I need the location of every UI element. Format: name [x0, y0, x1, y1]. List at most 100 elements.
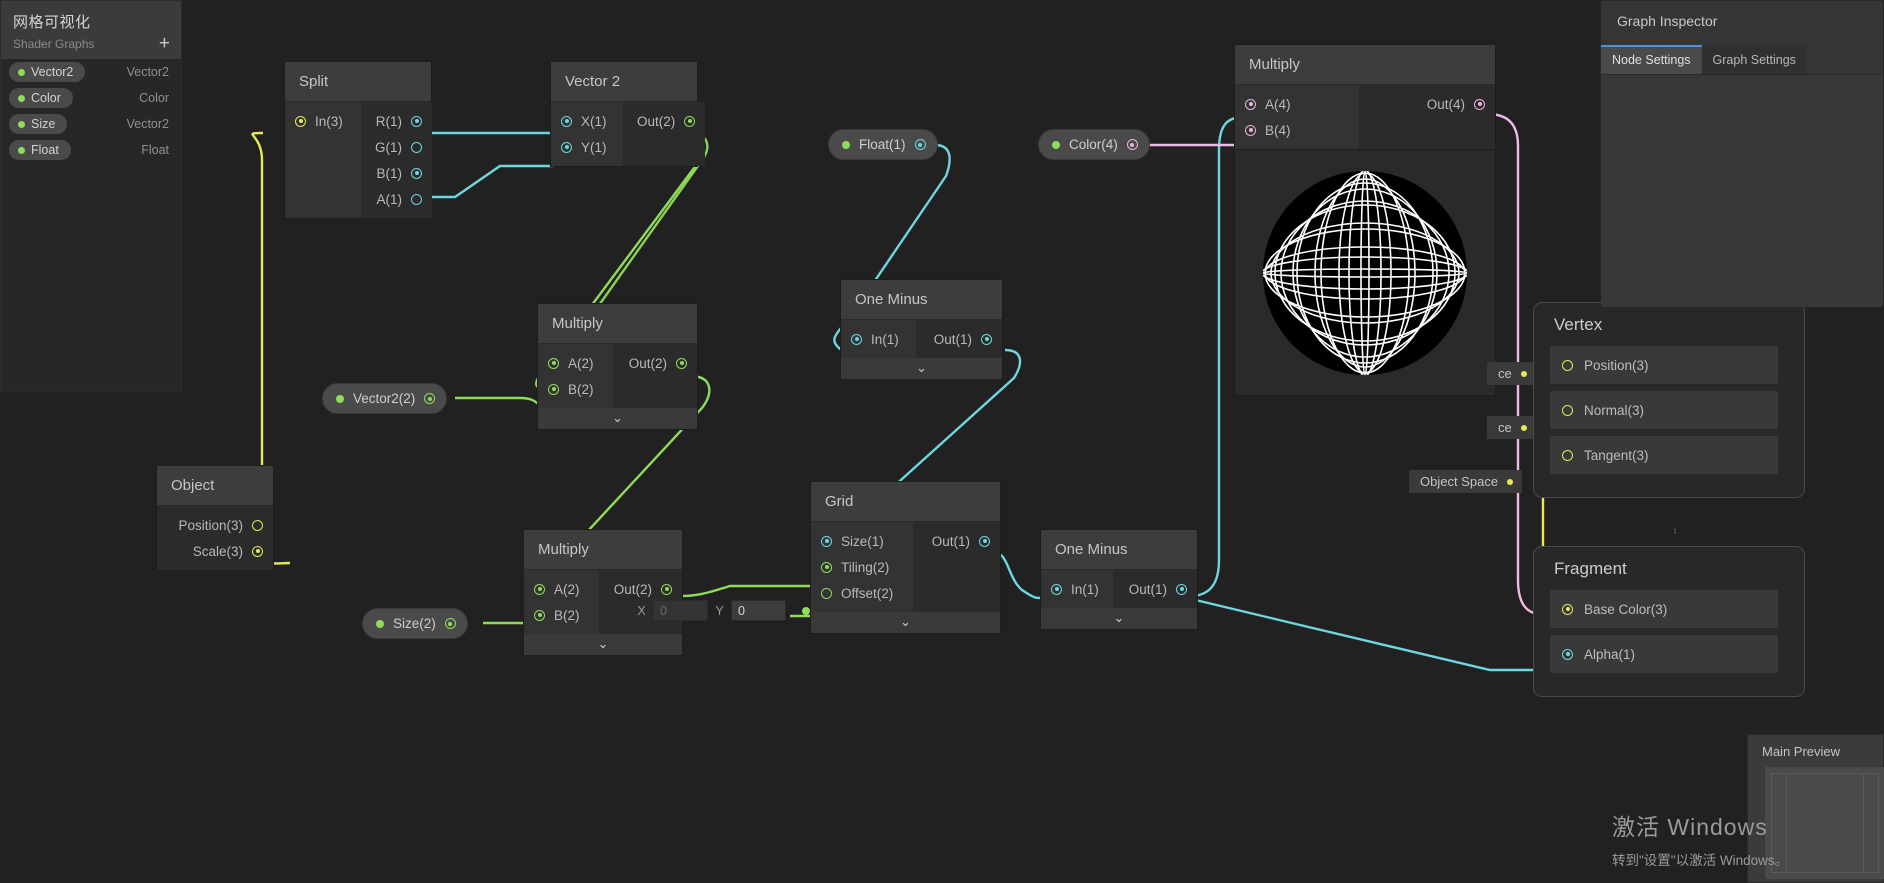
slot-icon[interactable] [1562, 648, 1573, 660]
port-grid-tiling[interactable]: Tiling(2) [811, 554, 913, 580]
port-split-in[interactable]: In(3) [285, 108, 361, 134]
tab-node-settings[interactable]: Node Settings [1601, 45, 1702, 74]
space-tag-normal[interactable]: ce [1487, 416, 1536, 439]
slot-icon[interactable] [561, 141, 572, 153]
blackboard-item-vector2[interactable]: Vector2 Vector2 [1, 59, 181, 85]
slot-icon[interactable] [1562, 603, 1573, 615]
slot-icon[interactable] [981, 333, 992, 345]
property-pill[interactable]: Float [9, 140, 71, 160]
slot-icon[interactable] [821, 561, 832, 573]
port-one-minus-low-out[interactable]: Out(1) [1113, 576, 1197, 602]
port-multiply-top-out[interactable]: Out(4) [1359, 91, 1495, 117]
slot-icon[interactable] [295, 115, 306, 127]
vertex-row-position[interactable]: Position(3) [1550, 346, 1778, 384]
node-multiply-mid[interactable]: Multiply A(2) B(2) Out(2) ⌄ [537, 303, 698, 430]
node-multiply-top[interactable]: Multiply A(4) B(4) Out(4) [1234, 44, 1496, 396]
node-one-minus-top[interactable]: One Minus In(1) Out(1) ⌄ [840, 279, 1003, 380]
property-pill[interactable]: Vector2 [9, 62, 86, 82]
slot-icon[interactable] [548, 357, 559, 369]
port-multiply-mid-out[interactable]: Out(2) [613, 350, 697, 376]
tab-graph-settings[interactable]: Graph Settings [1701, 45, 1807, 74]
port-object-position[interactable]: Position(3) [157, 512, 273, 538]
port-multiply-mid-a[interactable]: A(2) [538, 350, 613, 376]
grid-offset-vector-field[interactable]: X 0 Y 0 [636, 600, 810, 621]
node-one-minus-top-expand[interactable]: ⌄ [841, 358, 1002, 379]
slot-icon[interactable] [1051, 583, 1062, 595]
slot-icon[interactable] [1245, 124, 1256, 136]
master-stack-vertex[interactable]: Vertex Position(3) Normal(3) Tangent(3) [1533, 302, 1805, 498]
slot-icon[interactable] [411, 193, 422, 205]
port-vector2-y[interactable]: Y(1) [551, 134, 623, 160]
node-grid[interactable]: Grid Size(1) Tiling(2) Offset(2) Out(1) … [810, 481, 1001, 634]
port-multiply-low-out[interactable]: Out(2) [599, 576, 682, 602]
port-grid-offset[interactable]: Offset(2) [811, 580, 913, 606]
port-split-r[interactable]: R(1) [361, 108, 432, 134]
vertex-row-normal[interactable]: Normal(3) [1550, 391, 1778, 429]
slot-icon[interactable] [1562, 359, 1573, 371]
fragment-row-alpha[interactable]: Alpha(1) [1550, 635, 1778, 673]
space-tag-position[interactable]: ce [1487, 362, 1536, 385]
slot-icon[interactable] [561, 115, 572, 127]
slot-icon[interactable] [534, 583, 545, 595]
port-grid-out[interactable]: Out(1) [913, 528, 1000, 554]
slot-icon[interactable] [411, 141, 422, 153]
slot-icon[interactable] [252, 519, 263, 531]
port-split-a[interactable]: A(1) [361, 186, 432, 212]
port-grid-size[interactable]: Size(1) [811, 528, 913, 554]
port-multiply-low-b[interactable]: B(2) [524, 602, 599, 628]
slot-icon[interactable] [821, 535, 832, 547]
slot-icon[interactable] [534, 609, 545, 621]
slot-icon[interactable] [851, 333, 862, 345]
slot-icon[interactable] [1245, 98, 1256, 110]
node-vector2[interactable]: Vector 2 X(1) Y(1) Out(2) [550, 61, 706, 167]
blackboard-panel[interactable]: 网格可视化 Shader Graphs + Vector2 Vector2 Co… [0, 0, 182, 392]
stack-connector-handle[interactable] [1674, 518, 1676, 544]
slot-icon[interactable] [684, 115, 696, 127]
node-multiply-top-preview[interactable] [1235, 149, 1495, 395]
slot-icon[interactable] [1176, 583, 1187, 595]
slot-icon[interactable] [1562, 404, 1573, 416]
vertex-row-tangent[interactable]: Tangent(3) [1550, 436, 1778, 474]
node-multiply-low-expand[interactable]: ⌄ [524, 634, 682, 655]
slot-icon[interactable] [411, 167, 422, 179]
node-grid-expand[interactable]: ⌄ [811, 612, 1000, 633]
blackboard-item-size[interactable]: Size Vector2 [1, 111, 181, 137]
slot-icon[interactable] [548, 383, 559, 395]
slot-icon[interactable] [411, 115, 422, 127]
slot-icon[interactable] [1562, 449, 1573, 461]
slot-icon[interactable] [424, 393, 436, 404]
node-multiply-mid-expand[interactable]: ⌄ [538, 408, 697, 429]
node-one-minus-low[interactable]: One Minus In(1) Out(1) ⌄ [1040, 529, 1198, 630]
blackboard-item-color[interactable]: Color Color [1, 85, 181, 111]
fragment-row-base-color[interactable]: Base Color(3) [1550, 590, 1778, 628]
slot-icon[interactable] [1126, 139, 1138, 150]
slot-icon[interactable] [914, 139, 926, 150]
port-vector2-out[interactable]: Out(2) [623, 108, 705, 134]
slot-icon[interactable] [802, 606, 810, 615]
node-object[interactable]: Object Position(3) Scale(3) [156, 465, 274, 571]
port-vector2-x[interactable]: X(1) [551, 108, 623, 134]
graph-inspector-panel[interactable]: Graph Inspector Node Settings Graph Sett… [1600, 0, 1884, 307]
node-split[interactable]: Split In(3) R(1) G(1) B(1) A(1) [284, 61, 432, 219]
slot-icon[interactable] [1474, 98, 1485, 110]
port-split-g[interactable]: G(1) [361, 134, 432, 160]
port-one-minus-low-in[interactable]: In(1) [1041, 576, 1113, 602]
port-object-scale[interactable]: Scale(3) [157, 538, 273, 564]
slot-icon[interactable] [444, 618, 456, 629]
space-tag-tangent[interactable]: Object Space [1409, 470, 1523, 493]
blackboard-item-float[interactable]: Float Float [1, 137, 181, 163]
port-multiply-top-b[interactable]: B(4) [1235, 117, 1359, 143]
port-one-minus-top-out[interactable]: Out(1) [916, 326, 1002, 352]
slot-icon[interactable] [252, 545, 263, 557]
add-property-button[interactable]: + [159, 34, 170, 53]
property-pill[interactable]: Size [9, 114, 68, 134]
master-stack-fragment[interactable]: Fragment Base Color(3) Alpha(1) [1533, 546, 1805, 697]
property-pill[interactable]: Color [9, 88, 73, 108]
port-multiply-mid-b[interactable]: B(2) [538, 376, 613, 402]
prop-node-size[interactable]: Size(2) [362, 608, 468, 639]
prop-node-float[interactable]: Float(1) [828, 129, 938, 160]
slot-icon[interactable] [979, 535, 990, 547]
slot-icon[interactable] [676, 357, 687, 369]
port-multiply-low-a[interactable]: A(2) [524, 576, 599, 602]
prop-node-color[interactable]: Color(4) [1038, 129, 1150, 160]
